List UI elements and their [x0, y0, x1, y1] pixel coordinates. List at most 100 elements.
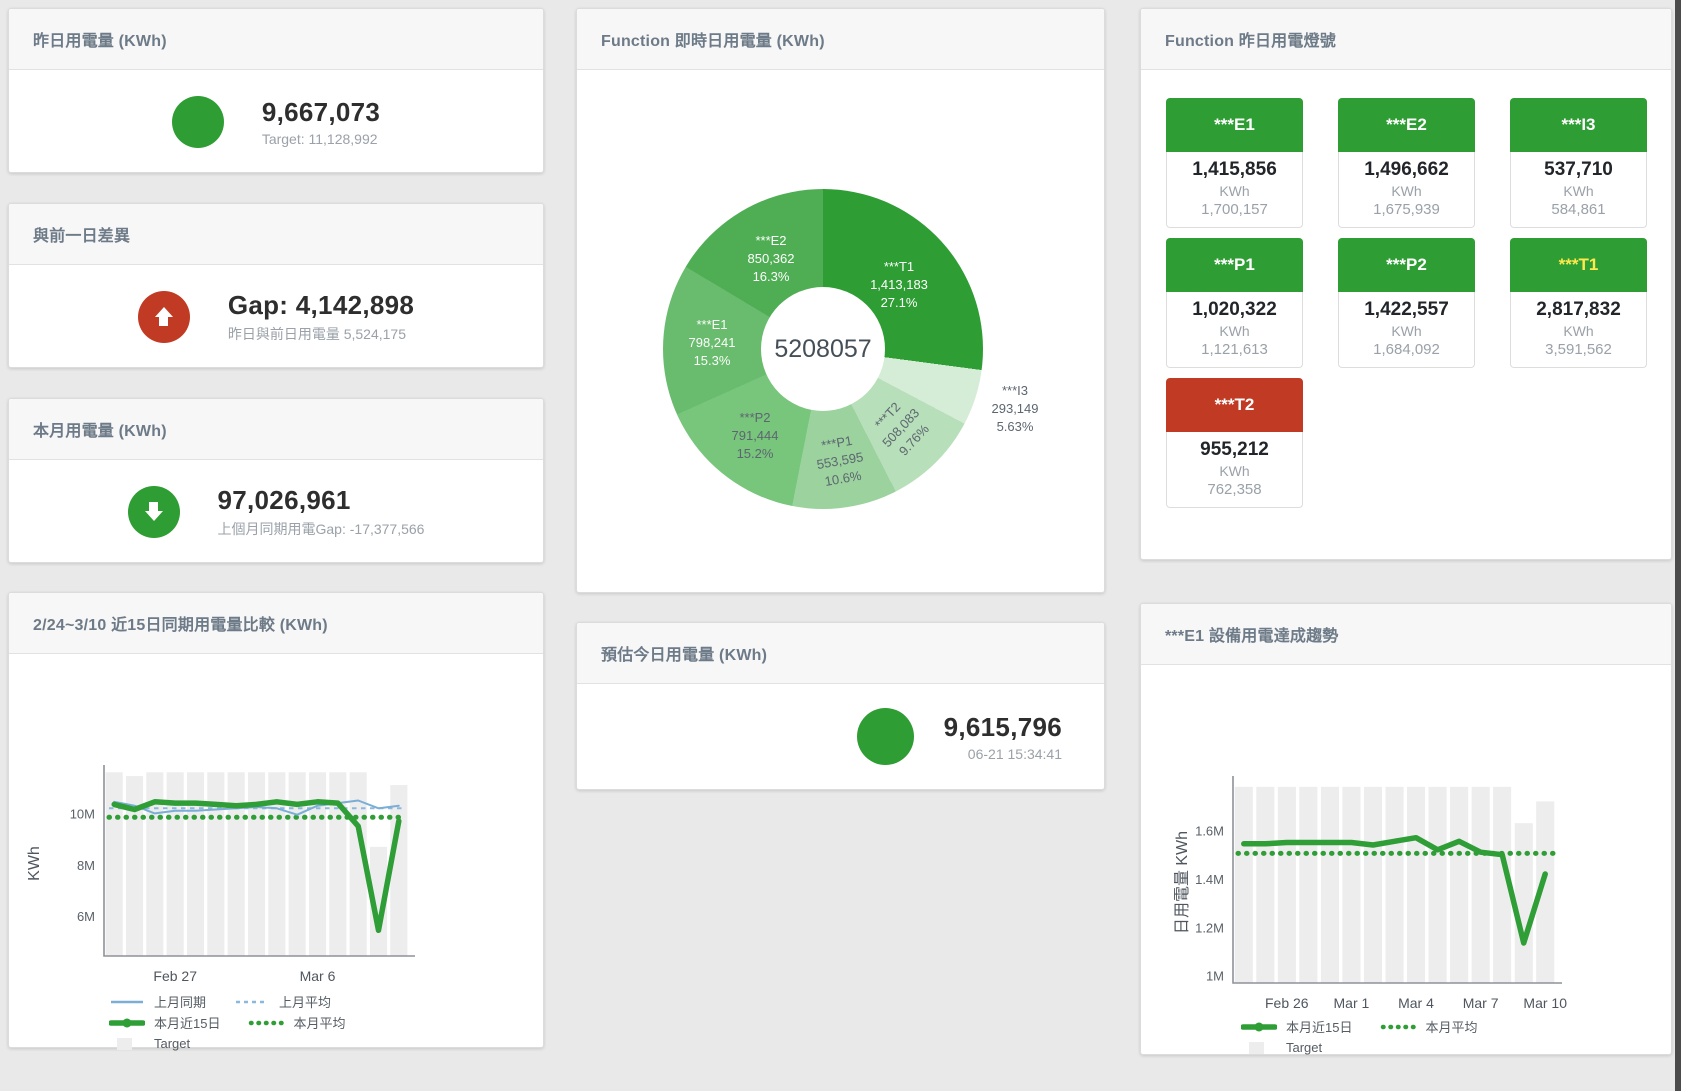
- svg-text:Mar 6: Mar 6: [300, 968, 336, 984]
- legend-item[interactable]: 上月同期: [109, 992, 206, 1011]
- legend-label: 本月平均: [1425, 1017, 1477, 1036]
- legend-label: Target: [1286, 1040, 1322, 1055]
- e1-trend-chart-panel: ***E1 設備用電達成趨勢 1M1.2M1.4M1.6MFeb 26Mar 1…: [1140, 603, 1672, 1055]
- tile-header: ***P2: [1338, 238, 1475, 292]
- donut-slice-label: ***E2850,36216.3%: [748, 232, 795, 286]
- svg-text:6M: 6M: [77, 909, 95, 924]
- e1-trend-chart: 1M1.2M1.4M1.6MFeb 26Mar 1Mar 4Mar 7Mar 1…: [1141, 665, 1671, 1058]
- tile-target-value: 1,675,939: [1339, 201, 1474, 218]
- tile-header: ***E1: [1166, 98, 1303, 152]
- legend-label: 本月近15日: [1286, 1017, 1352, 1036]
- legend-swatch-solid-icon: [109, 996, 145, 1008]
- legend-item[interactable]: 本月平均: [1380, 1017, 1477, 1036]
- tile-body: 1,020,322KWh1,121,613: [1166, 292, 1303, 368]
- legend-label: 本月平均: [293, 1013, 345, 1032]
- donut-hole: 5208057: [761, 287, 885, 411]
- panel-header: 昨日用電量 (KWh): [9, 9, 543, 70]
- tile-header: ***P1: [1166, 238, 1303, 292]
- tile-value: 1,422,557: [1339, 299, 1474, 321]
- day-gap-card: 與前一日差異 Gap: 4,142,898 昨日與前日用電量 5,524,175: [8, 203, 544, 368]
- tile-unit: KWh: [1339, 183, 1474, 199]
- panel-title: Function 昨日用電燈號: [1165, 27, 1336, 51]
- status-tile: ***E21,496,662KWh1,675,939: [1338, 98, 1475, 228]
- panel-title: 預估今日用電量 (KWh): [601, 641, 767, 665]
- legend-item[interactable]: 本月平均: [248, 1013, 345, 1032]
- tile-body: 955,212KWh762,358: [1166, 432, 1303, 508]
- svg-text:8M: 8M: [77, 858, 95, 873]
- panel-header: 本月用電量 (KWh): [9, 399, 543, 460]
- legend-item[interactable]: Target: [1241, 1040, 1322, 1055]
- tile-header: ***T1: [1510, 238, 1647, 292]
- tile-target-value: 1,700,157: [1167, 201, 1302, 218]
- panel-title: 本月用電量 (KWh): [33, 417, 167, 441]
- stat-text: 9,667,073 Target: 11,128,992: [262, 97, 380, 147]
- svg-text:1.6M: 1.6M: [1195, 823, 1224, 838]
- panel-title: Function 即時日用電量 (KWh): [601, 27, 825, 51]
- status-tile: ***P21,422,557KWh1,684,092: [1338, 238, 1475, 368]
- chart-legend: 上月同期 上月平均本月近15日 本月平均 Target: [109, 991, 543, 1054]
- svg-text:Feb 26: Feb 26: [1265, 995, 1309, 1011]
- svg-text:10M: 10M: [70, 806, 95, 821]
- scrollbar[interactable]: [1675, 0, 1681, 1091]
- tile-header: ***T2: [1166, 378, 1303, 432]
- legend-item[interactable]: 上月平均: [234, 992, 331, 1011]
- legend-label: Target: [154, 1036, 190, 1051]
- tile-unit: KWh: [1167, 323, 1302, 339]
- tile-value: 537,710: [1511, 159, 1646, 181]
- tile-body: 2,817,832KWh3,591,562: [1510, 292, 1647, 368]
- tile-body: 537,710 KWh 584,861: [1510, 152, 1647, 228]
- stat-subtext: Target: 11,128,992: [262, 131, 380, 147]
- function-status-tiles-panel: Function 昨日用電燈號 ***E11,415,856KWh1,700,1…: [1140, 8, 1672, 560]
- stat-value: 97,026,961: [218, 485, 425, 516]
- panel-header: Function 昨日用電燈號: [1141, 9, 1671, 70]
- tile-unit: KWh: [1167, 463, 1302, 479]
- stat-value: 9,615,796: [944, 712, 1062, 743]
- legend-swatch-dots-icon: [248, 1017, 284, 1029]
- tile-target-value: 584,861: [1511, 201, 1646, 218]
- tile-header: ***E2: [1338, 98, 1475, 152]
- stat-text: Gap: 4,142,898 昨日與前日用電量 5,524,175: [228, 290, 414, 344]
- stat-value: Gap: 4,142,898: [228, 290, 414, 321]
- panel-header: ***E1 設備用電達成趨勢: [1141, 604, 1671, 665]
- donut-slice-label: ***P2791,44415.2%: [732, 409, 779, 463]
- donut-slice-label: ***E1798,24115.3%: [689, 316, 736, 370]
- legend-label: 上月同期: [154, 992, 206, 1011]
- tile-unit: KWh: [1511, 183, 1646, 199]
- status-tile: ***T12,817,832KWh3,591,562: [1510, 238, 1647, 368]
- tile-target-value: 1,121,613: [1167, 341, 1302, 358]
- legend-item[interactable]: 本月近15日: [1241, 1017, 1352, 1036]
- legend-swatch-square-icon: [1241, 1042, 1277, 1054]
- panel-header: 2/24~3/10 近15日同期用電量比較 (KWh): [9, 593, 543, 654]
- svg-text:Mar 10: Mar 10: [1523, 995, 1567, 1011]
- legend-swatch-dash-icon: [234, 996, 270, 1008]
- status-tile: ***I3 537,710 KWh 584,861: [1510, 98, 1647, 228]
- chart-legend: 本月近15日 本月平均 Target: [1241, 1016, 1671, 1058]
- svg-text:Mar 1: Mar 1: [1334, 995, 1370, 1011]
- stat-subtext: 昨日與前日用電量 5,524,175: [228, 324, 414, 344]
- status-tile: ***T2955,212KWh762,358: [1166, 378, 1303, 508]
- stat-timestamp: 06-21 15:34:41: [944, 746, 1062, 762]
- tile-target-value: 1,684,092: [1339, 341, 1474, 358]
- panel-header: Function 即時日用電量 (KWh): [577, 9, 1104, 70]
- donut-slice-label: ***P1553,59510.6%: [812, 430, 868, 491]
- svg-text:日用電量 KWh: 日用電量 KWh: [1174, 831, 1191, 934]
- legend-item[interactable]: Target: [109, 1036, 190, 1051]
- tile-unit: KWh: [1167, 183, 1302, 199]
- tile-body: 1,415,856KWh1,700,157: [1166, 152, 1303, 228]
- svg-text:KWh: KWh: [26, 846, 43, 881]
- legend-item[interactable]: 本月近15日: [109, 1013, 220, 1032]
- stat-value: 9,667,073: [262, 97, 380, 128]
- comparison-chart: 6M8M10MFeb 27Mar 6KWh 上月同期上月平均本月近15日本月平均…: [9, 654, 543, 1054]
- donut-chart: 5208057 ***T11,413,18327.1%***I3293,1495…: [663, 189, 983, 509]
- status-tile: ***E11,415,856KWh1,700,157: [1166, 98, 1303, 228]
- yesterday-usage-card: 昨日用電量 (KWh) 9,667,073 Target: 11,128,992: [8, 8, 544, 173]
- stat-text: 97,026,961 上個月同期用電Gap: -17,377,566: [218, 485, 425, 539]
- tile-body: 1,496,662KWh1,675,939: [1338, 152, 1475, 228]
- donut-slice-label: ***T11,413,18327.1%: [870, 258, 928, 312]
- tile-body: 1,422,557KWh1,684,092: [1338, 292, 1475, 368]
- tile-header: ***I3: [1510, 98, 1647, 152]
- legend-label: 本月近15日: [154, 1013, 220, 1032]
- tile-value: 2,817,832: [1511, 299, 1646, 321]
- legend-swatch-thick-icon: [1241, 1021, 1277, 1033]
- down-arrow-icon: [128, 486, 180, 538]
